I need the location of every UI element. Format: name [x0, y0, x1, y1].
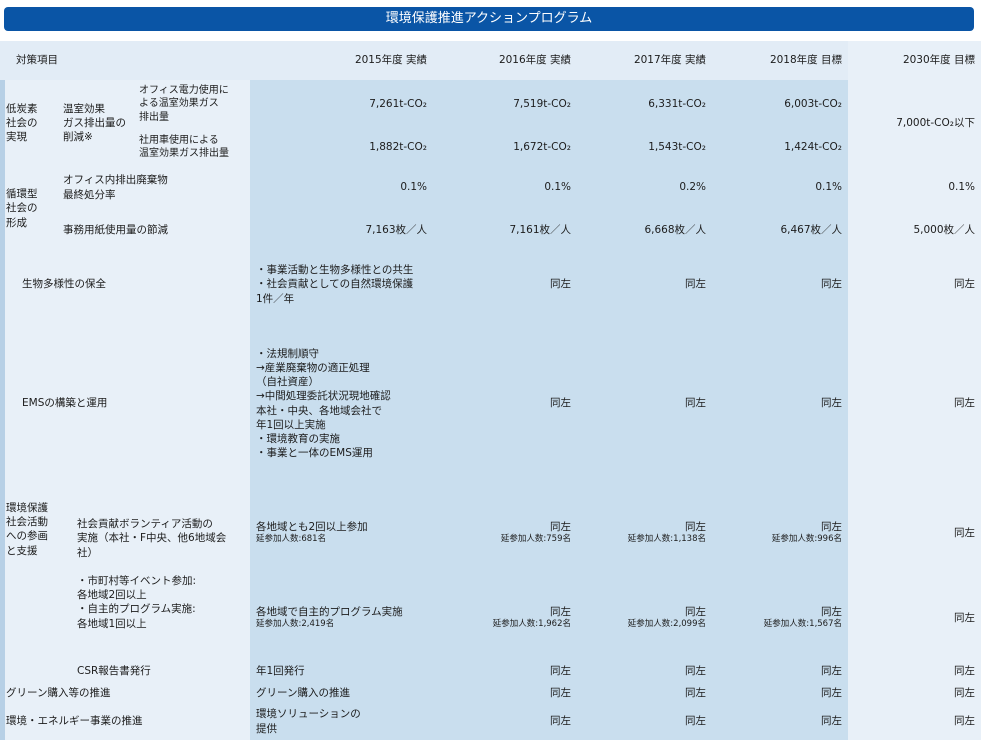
ghg-row-label: オフィス電力使用に よる温室効果ガス 排出量 [133, 80, 250, 128]
volunteer-2030: 同左 [848, 489, 981, 577]
volunteer-value-participants: 延参加人数:1,567名 [763, 619, 842, 630]
ems-same: 同左 [433, 318, 577, 489]
volunteer-2015: 各地域とも2回以上参加 延参加人数:681名 [250, 489, 433, 577]
green-same: 同左 [433, 683, 577, 703]
volunteer-value: 同左 延参加人数:996名 [712, 489, 848, 577]
recycle-value: 0.1% [848, 166, 981, 209]
volunteer-2015-participants: 延参加人数:2,419名 [256, 619, 335, 630]
ghg-value: 6,003t-CO₂ [712, 80, 848, 128]
left-accent-strip [0, 80, 5, 740]
ems-label: EMSの構築と運用 [0, 318, 250, 489]
energy-same: 同左 [433, 703, 577, 740]
recycle-value: 0.1% [712, 166, 848, 209]
ghg-value: 1,543t-CO₂ [577, 128, 712, 166]
volunteer-value: 同左 延参加人数:1,962名 [433, 577, 577, 659]
bio-same-2030: 同左 [848, 251, 981, 318]
header-2: 2016年度 実績 [433, 41, 577, 80]
header-3: 2017年度 実績 [577, 41, 712, 80]
green-same: 同左 [712, 683, 848, 703]
ghg-value: 6,331t-CO₂ [577, 80, 712, 128]
ems-2015: ・法規制順守 →産業廃棄物の適正処理 （自社資産） →中間処理委託状況現地確認 … [250, 318, 433, 489]
recycle-value: 6,668枚／人 [577, 209, 712, 251]
csr-label: CSR報告書発行 [57, 659, 250, 683]
green-label: グリーン購入等の推進 [0, 683, 250, 703]
energy-2015: 環境ソリューションの 提供 [250, 703, 433, 740]
bio-same: 同左 [712, 251, 848, 318]
ghg-value: 7,519t-CO₂ [433, 80, 577, 128]
ghg-value: 1,424t-CO₂ [712, 128, 848, 166]
volunteer-2015: 各地域で自主的プログラム実施 延参加人数:2,419名 [250, 577, 433, 659]
csr-2030: 同左 [848, 659, 981, 683]
volunteer-value-participants: 延参加人数:2,099名 [627, 619, 706, 630]
volunteer-value: 同左 延参加人数:1,138名 [577, 489, 712, 577]
volunteer-value-participants: 延参加人数:1,962名 [492, 619, 571, 630]
ghg-row-label: 社用車使用による 温室効果ガス排出量 [133, 128, 250, 166]
bio-same: 同左 [577, 251, 712, 318]
social-category-cont [0, 659, 57, 683]
ems-same: 同左 [577, 318, 712, 489]
energy-same: 同左 [712, 703, 848, 740]
ems-same: 同左 [712, 318, 848, 489]
volunteer-value: 同左 延参加人数:1,567名 [712, 577, 848, 659]
ghg-value: 7,261t-CO₂ [250, 80, 433, 128]
header-4: 2018年度 目標 [712, 41, 848, 80]
social-category: 環境保護 社会活動 への参画 と支援 [0, 489, 57, 659]
energy-same: 同左 [577, 703, 712, 740]
action-program-table: 対策項目 2015年度 実績 2016年度 実績 2017年度 実績 2018年度 目標… [0, 41, 981, 740]
volunteer-2015-participants: 延参加人数:681名 [256, 534, 327, 545]
recycle-value: 0.1% [250, 166, 433, 209]
ghg-reduction-label: 温室効果 ガス排出量の 削減※ [57, 80, 133, 166]
recycle-row-label: 事務用紙使用量の節減 [57, 209, 250, 251]
low-carbon-category: 低炭素 社会の 実現 [0, 80, 57, 166]
csr-same: 同左 [577, 659, 712, 683]
page-title: 環境保護推進アクションプログラム [4, 7, 974, 31]
recycle-value: 6,467枚／人 [712, 209, 848, 251]
green-2030: 同左 [848, 683, 981, 703]
volunteer-value-participants: 延参加人数:996名 [771, 534, 842, 545]
green-2015: グリーン購入の推進 [250, 683, 433, 703]
recycle-row-label: オフィス内排出廃棄物 最終処分率 [57, 166, 250, 209]
volunteer-2030: 同左 [848, 577, 981, 659]
recycle-value: 7,163枚／人 [250, 209, 433, 251]
volunteer-value: 同左 延参加人数:759名 [433, 489, 577, 577]
ems-same-2030: 同左 [848, 318, 981, 489]
energy-label: 環境・エネルギー事業の推進 [0, 703, 250, 740]
recycle-value: 5,000枚／人 [848, 209, 981, 251]
volunteer-2015-value: 各地域とも2回以上参加 [256, 521, 368, 534]
volunteer-value: 同左 延参加人数:2,099名 [577, 577, 712, 659]
volunteer-value-value: 同左 [821, 606, 842, 619]
ghg-value: 1,672t-CO₂ [433, 128, 577, 166]
recycle-value: 7,161枚／人 [433, 209, 577, 251]
volunteer-value-participants: 延参加人数:1,138名 [627, 534, 706, 545]
bio-label: 生物多様性の保全 [0, 251, 250, 318]
volunteer-value-participants: 延参加人数:759名 [500, 534, 571, 545]
volunteer-label: 社会貢献ボランティア活動の 実施（本社・F中央、他6地域会社） ・市町村等イベン… [57, 489, 250, 659]
volunteer-value-value: 同左 [550, 606, 571, 619]
recycle-value: 0.1% [433, 166, 577, 209]
recycle-value: 0.2% [577, 166, 712, 209]
header-5: 2030年度 目標 [848, 41, 981, 80]
csr-2015: 年1回発行 [250, 659, 433, 683]
csr-same: 同左 [433, 659, 577, 683]
ghg-value: 1,882t-CO₂ [250, 128, 433, 166]
volunteer-value-value: 同左 [821, 521, 842, 534]
energy-2030: 同左 [848, 703, 981, 740]
green-same: 同左 [577, 683, 712, 703]
volunteer-value-value: 同左 [685, 606, 706, 619]
volunteer-2015-value: 各地域で自主的プログラム実施 [256, 606, 403, 619]
volunteer-value-value: 同左 [550, 521, 571, 534]
ghg-target-2030: 7,000t-CO₂以下 [848, 80, 981, 166]
bio-same: 同左 [433, 251, 577, 318]
header-0: 対策項目 [0, 41, 250, 80]
bio-2015: ・事業活動と生物多様性との共生 ・社会貢献としての自然環境保護 1件／年 [250, 251, 433, 318]
header-1: 2015年度 実績 [250, 41, 433, 80]
csr-same: 同左 [712, 659, 848, 683]
recycle-category: 循環型 社会の 形成 [0, 166, 57, 251]
volunteer-value-value: 同左 [685, 521, 706, 534]
